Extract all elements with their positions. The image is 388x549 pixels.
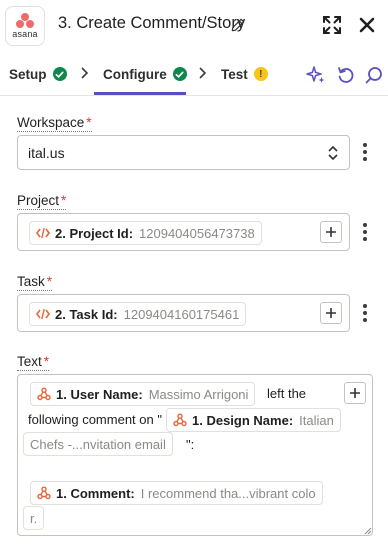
search-icon[interactable]: [364, 65, 384, 85]
project-label: Project *: [17, 193, 67, 210]
workspace-select[interactable]: ital.us: [17, 135, 350, 170]
pill-value: 1209404160175461: [123, 306, 240, 322]
workspace-label: Workspace *: [17, 115, 92, 132]
pill-value: I recommend tha...vibrant colo: [140, 485, 316, 501]
chevron-right-icon: [81, 67, 89, 79]
pill-value: Italian: [299, 412, 334, 428]
step-header: asana 3. Create Comment/Story: [0, 0, 388, 52]
tab-setup-label: Setup: [9, 66, 47, 82]
task-label-text: Task: [17, 274, 45, 289]
design-name-pill-cont[interactable]: Chefs -...nvitation email: [23, 432, 173, 456]
add-field-button[interactable]: [320, 221, 342, 243]
text-field[interactable]: 1. User Name: Massimo Arrigoni left the …: [17, 374, 373, 536]
plus-icon: [350, 388, 360, 398]
text-static: ":: [186, 437, 195, 452]
warning-icon: !: [253, 67, 268, 81]
workspace-more-button[interactable]: [357, 141, 373, 163]
step-title[interactable]: 3. Create Comment/Story: [58, 14, 245, 33]
pencil-icon[interactable]: [231, 18, 245, 32]
comment-pill-cont[interactable]: r.: [23, 506, 45, 530]
tab-test[interactable]: Test !: [221, 52, 268, 96]
design-name-pill[interactable]: 1. Design Name: Italian: [166, 408, 341, 432]
pill-value: r.: [30, 510, 38, 526]
close-icon[interactable]: [357, 15, 377, 35]
tab-configure[interactable]: Configure: [103, 52, 187, 96]
code-icon: [36, 308, 50, 320]
required-mark: *: [61, 193, 67, 208]
workspace-label-text: Workspace: [17, 115, 85, 130]
expand-icon[interactable]: [322, 15, 342, 35]
pill-label: 2. Project Id:: [55, 225, 134, 241]
task-label: Task *: [17, 274, 53, 291]
tab-configure-label: Configure: [103, 66, 167, 82]
comment-pill[interactable]: 1. Comment: I recommend tha...vibrant co…: [30, 481, 323, 505]
chevron-right-icon: [199, 67, 207, 79]
webhook-icon: [173, 413, 187, 427]
workspace-value: ital.us: [28, 145, 65, 161]
project-label-text: Project: [17, 193, 60, 208]
pill-value: Massimo Arrigoni: [148, 386, 249, 402]
pill-label: 1. User Name:: [56, 386, 143, 402]
pill-label: 2. Task Id:: [55, 306, 118, 322]
required-mark: *: [86, 115, 92, 130]
resize-handle-icon[interactable]: [362, 525, 372, 535]
user-name-pill[interactable]: 1. User Name: Massimo Arrigoni: [30, 382, 256, 406]
task-more-button[interactable]: [357, 302, 373, 324]
pill-value: Chefs -...nvitation email: [30, 436, 166, 452]
plus-icon: [326, 308, 336, 318]
check-icon: [172, 67, 187, 81]
tab-setup[interactable]: Setup: [9, 52, 67, 96]
app-logo-text: asana: [12, 29, 38, 39]
tab-test-label: Test: [221, 66, 248, 82]
check-icon: [52, 67, 67, 81]
plus-icon: [326, 227, 336, 237]
text-label-text: Text: [17, 354, 42, 369]
code-icon: [36, 227, 50, 239]
webhook-icon: [37, 387, 51, 401]
required-mark: *: [46, 274, 53, 289]
chevron-up-down-icon: [328, 145, 338, 161]
required-mark: *: [43, 354, 50, 369]
task-field[interactable]: 2. Task Id: 1209404160175461: [17, 294, 350, 332]
active-tab-indicator: [94, 92, 186, 95]
pill-label: 1. Design Name:: [192, 412, 294, 428]
webhook-icon: [37, 486, 51, 500]
refresh-icon[interactable]: [336, 65, 356, 85]
project-id-pill[interactable]: 2. Project Id: 1209404056473738: [29, 221, 262, 245]
add-field-button[interactable]: [344, 382, 366, 404]
task-id-pill[interactable]: 2. Task Id: 1209404160175461: [29, 302, 247, 326]
project-field[interactable]: 2. Project Id: 1209404056473738: [17, 213, 350, 251]
project-more-button[interactable]: [357, 221, 373, 243]
sparkle-icon[interactable]: [306, 65, 326, 85]
pill-label: 1. Comment:: [56, 485, 135, 501]
text-static: left the: [267, 386, 307, 401]
pill-value: 1209404056473738: [139, 225, 255, 241]
text-static: following comment on ": [28, 412, 162, 427]
step-tabs: Setup Configure Test !: [0, 52, 388, 96]
asana-logo: asana: [5, 6, 45, 46]
add-field-button[interactable]: [320, 302, 342, 324]
text-label: Text *: [17, 354, 50, 371]
